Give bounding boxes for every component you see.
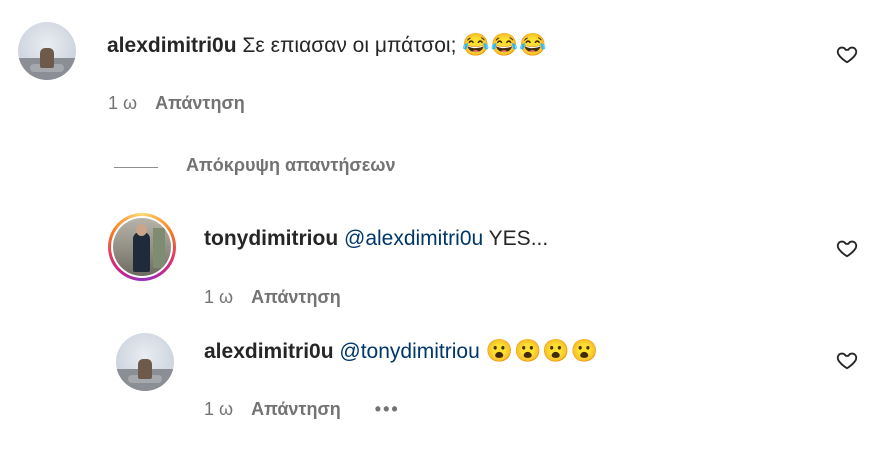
username-link[interactable]: alexdimitri0u xyxy=(107,34,237,57)
hide-replies-button[interactable]: Απόκρυψη απαντήσεων xyxy=(186,154,396,176)
heart-outline-icon[interactable] xyxy=(836,349,858,371)
mention-link[interactable]: @tonydimitriou xyxy=(339,340,479,363)
avatar[interactable] xyxy=(18,22,76,80)
comment-body: alexdimitri0u Σε επιασαν οι μπάτσοι; 😂😂😂 xyxy=(107,32,547,59)
comment-body: tonydimitriou @alexdimitri0u YES... xyxy=(204,226,548,252)
comment-emoji: 😮😮😮😮 xyxy=(485,338,600,363)
reply-button[interactable]: Απάντηση xyxy=(251,287,341,307)
heart-outline-icon[interactable] xyxy=(836,237,858,259)
timestamp[interactable]: 1 ω xyxy=(204,287,233,307)
comment-meta: 1 ω Απάντηση xyxy=(204,286,341,308)
timestamp[interactable]: 1 ω xyxy=(204,399,233,419)
avatar[interactable] xyxy=(116,333,174,391)
comment-text: Σε επιασαν οι μπάτσοι; xyxy=(242,34,457,57)
comment-meta: 1 ω Απάντηση xyxy=(108,92,245,114)
username-link[interactable]: alexdimitri0u xyxy=(204,340,334,363)
comment-body: alexdimitri0u @tonydimitriou 😮😮😮😮 xyxy=(204,338,599,365)
comment-meta: 1 ω Απάντηση ••• xyxy=(204,398,400,420)
story-ring-avatar[interactable] xyxy=(108,213,176,281)
reply-button[interactable]: Απάντηση xyxy=(251,399,341,419)
comment-emoji: 😂😂😂 xyxy=(462,32,548,57)
heart-outline-icon[interactable] xyxy=(836,43,858,65)
reply-button[interactable]: Απάντηση xyxy=(155,93,245,113)
comment-text: YES... xyxy=(488,227,549,250)
timestamp[interactable]: 1 ω xyxy=(108,93,137,113)
divider-line xyxy=(114,167,158,168)
username-link[interactable]: tonydimitriou xyxy=(204,227,338,250)
mention-link[interactable]: @alexdimitri0u xyxy=(344,227,483,250)
more-options-icon[interactable]: ••• xyxy=(375,399,400,419)
